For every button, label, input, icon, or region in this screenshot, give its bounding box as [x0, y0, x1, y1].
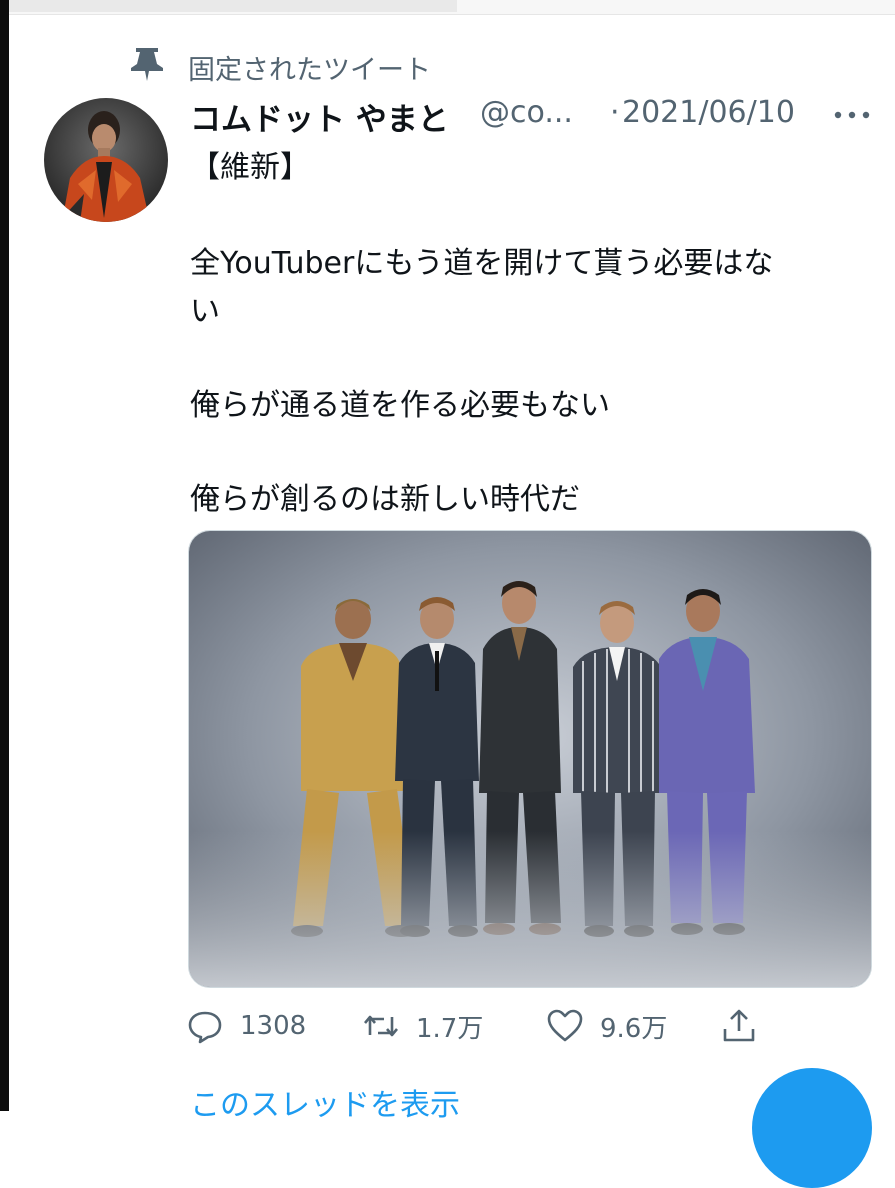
like-count: 9.6万 [600, 1013, 668, 1044]
avatar[interactable] [44, 98, 168, 222]
tweet-actions: 1308 1.7万 9.6万 [186, 1002, 806, 1050]
show-thread-link[interactable]: このスレッドを表示 [190, 1080, 460, 1124]
tweet-date[interactable]: 2021/06/10 [622, 95, 795, 130]
share-icon [723, 1009, 755, 1042]
tweet-text-line: 全YouTuberにもう道を開けて貰う必要はな [190, 246, 774, 281]
compose-tweet-button[interactable] [752, 1068, 872, 1188]
tweet-photo[interactable] [188, 530, 872, 988]
pin-icon [131, 48, 163, 81]
retweet-button[interactable]: 1.7万 [362, 1002, 483, 1050]
tweet-text-line: 俺らが創るのは新しい時代だ [190, 482, 580, 517]
more-options-icon[interactable] [830, 100, 874, 130]
reply-icon [188, 1011, 222, 1044]
top-bar [9, 0, 895, 15]
group-photo-image [189, 531, 871, 987]
avatar-image [44, 98, 168, 222]
tweet-text-line: い [190, 294, 220, 329]
reply-button[interactable]: 1308 [186, 1002, 306, 1050]
retweet-count: 1.7万 [416, 1013, 484, 1044]
tweet-text-line: 俺らが通る道を作る必要もない [190, 388, 610, 423]
top-bar-segment [9, 0, 457, 12]
separator-dot: · [610, 95, 620, 130]
pinned-label: 固定されたツイート [188, 55, 431, 86]
reply-count: 1308 [240, 1011, 307, 1041]
retweet-icon [364, 1015, 398, 1037]
tweet-text-line: 【維新】 [190, 150, 310, 185]
user-handle[interactable]: @co... [480, 95, 573, 130]
share-button[interactable] [720, 1002, 758, 1050]
pinned-indicator: 固定されたツイート [130, 44, 431, 86]
heart-icon [547, 1009, 583, 1042]
display-name[interactable]: コムドット やまと [190, 94, 449, 139]
like-button[interactable]: 9.6万 [546, 1002, 667, 1050]
window-edge [0, 0, 9, 1111]
